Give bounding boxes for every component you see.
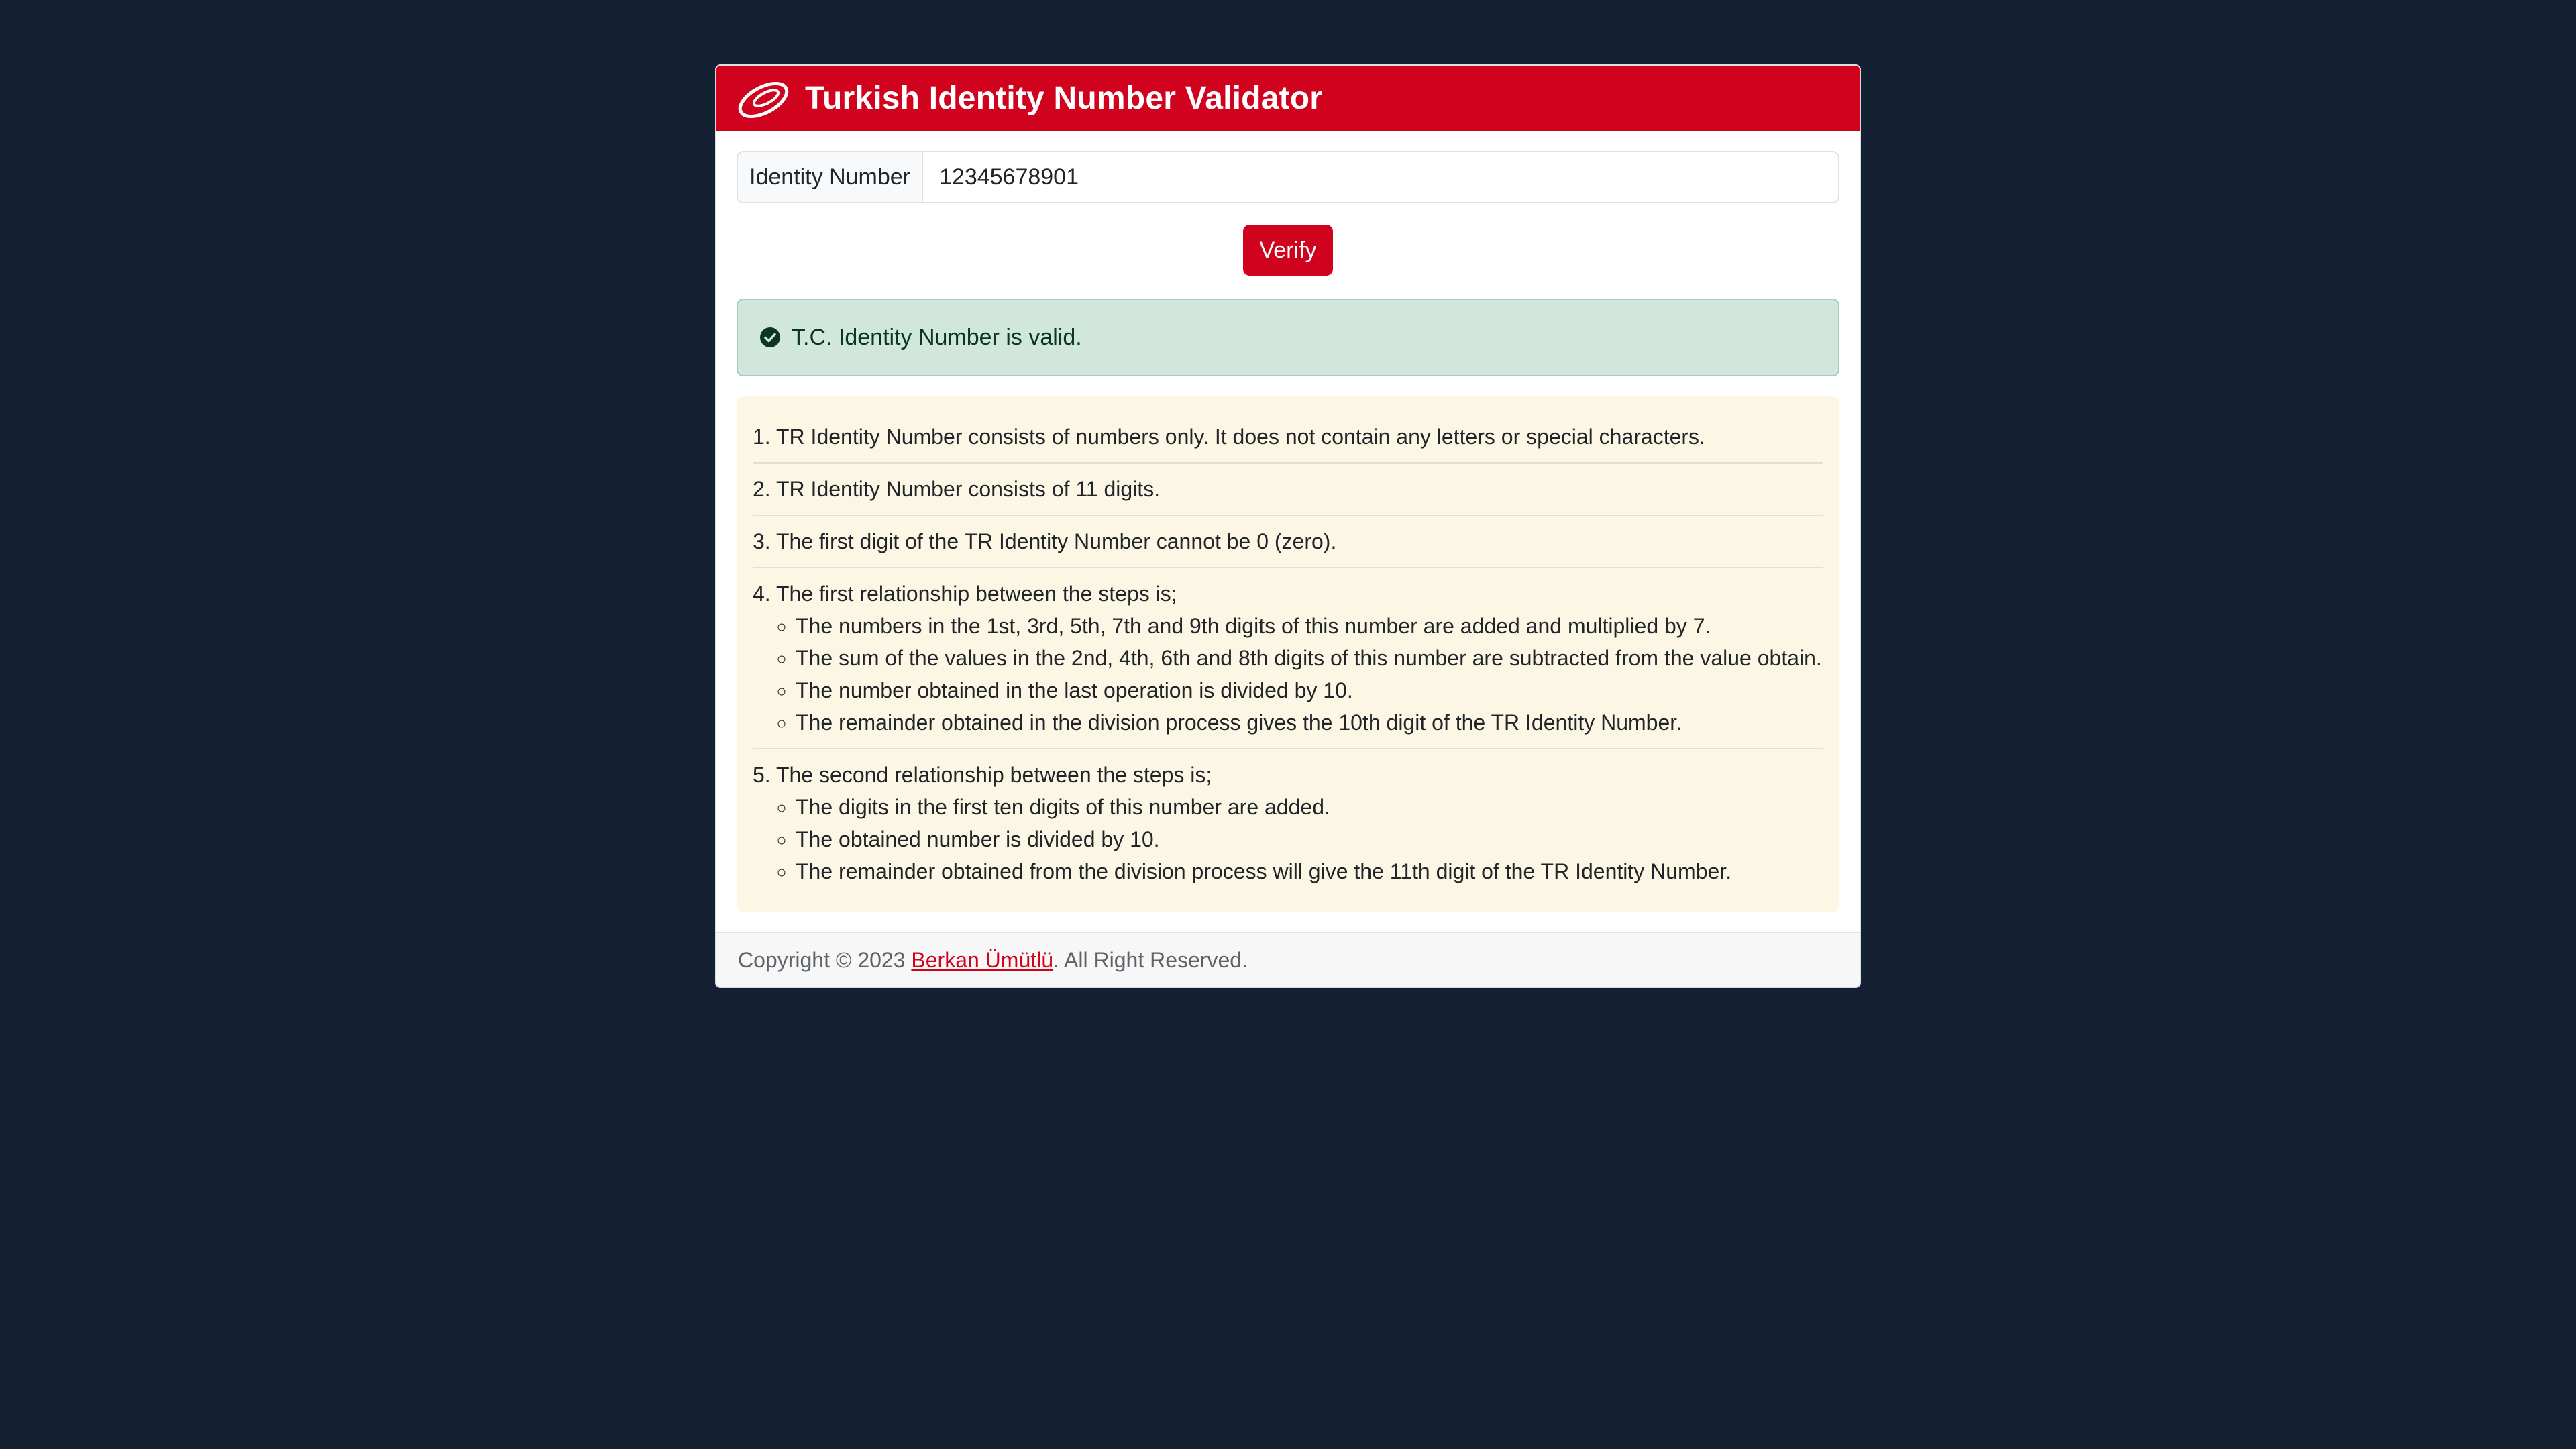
alert-message: T.C. Identity Number is valid. <box>792 324 1082 350</box>
rule-text: 3. The first digit of the TR Identity Nu… <box>753 529 1337 553</box>
rule-subitem: The obtained number is divided by 10. <box>796 823 1823 855</box>
identity-number-label: Identity Number <box>738 152 923 202</box>
page-title: Turkish Identity Number Validator <box>805 80 1323 116</box>
validator-card: Turkish Identity Number Validator Identi… <box>715 64 1861 988</box>
rule-text: 5. The second relationship between the s… <box>753 763 1212 787</box>
author-link[interactable]: Berkan Ümütlü <box>911 948 1053 973</box>
card-body: Identity Number Verify T.C. Identity Num… <box>716 131 1860 932</box>
rule-text: 4. The first relationship between the st… <box>753 582 1177 606</box>
rule-subitem: The sum of the values in the 2nd, 4th, 6… <box>796 642 1823 674</box>
validation-alert: T.C. Identity Number is valid. <box>737 299 1839 376</box>
rule-subitem: The digits in the first ten digits of th… <box>796 791 1823 823</box>
card-footer: Copyright © 2023 Berkan Ümütlü. All Righ… <box>716 932 1860 987</box>
card-header: Turkish Identity Number Validator <box>716 66 1860 131</box>
copyright-prefix: Copyright © 2023 <box>738 947 912 972</box>
rule-sublist: The numbers in the 1st, 3rd, 5th, 7th an… <box>753 610 1823 739</box>
rule-subitem: The remainder obtained from the division… <box>796 855 1823 888</box>
identity-input-group: Identity Number <box>737 151 1839 203</box>
rule-item: 3. The first digit of the TR Identity Nu… <box>753 516 1823 568</box>
rule-subitem: The remainder obtained in the division p… <box>796 706 1823 739</box>
identity-number-input[interactable] <box>923 152 1838 202</box>
button-row: Verify <box>737 225 1839 276</box>
rule-text: 2. TR Identity Number consists of 11 dig… <box>753 477 1161 501</box>
check-circle-icon <box>760 327 780 347</box>
rule-sublist: The digits in the first ten digits of th… <box>753 791 1823 888</box>
rule-subitem: The numbers in the 1st, 3rd, 5th, 7th an… <box>796 610 1823 642</box>
turkish-crescent-logo-icon <box>738 81 789 118</box>
rule-subitem: The number obtained in the last operatio… <box>796 674 1823 706</box>
rule-item: 5. The second relationship between the s… <box>753 749 1823 897</box>
verify-button[interactable]: Verify <box>1243 225 1333 276</box>
rules-list: 1. TR Identity Number consists of number… <box>737 396 1839 912</box>
rule-item: 1. TR Identity Number consists of number… <box>753 411 1823 464</box>
copyright-suffix: . All Right Reserved. <box>1053 947 1248 972</box>
rule-item: 4. The first relationship between the st… <box>753 568 1823 749</box>
rule-item: 2. TR Identity Number consists of 11 dig… <box>753 464 1823 516</box>
rule-text: 1. TR Identity Number consists of number… <box>753 425 1705 449</box>
